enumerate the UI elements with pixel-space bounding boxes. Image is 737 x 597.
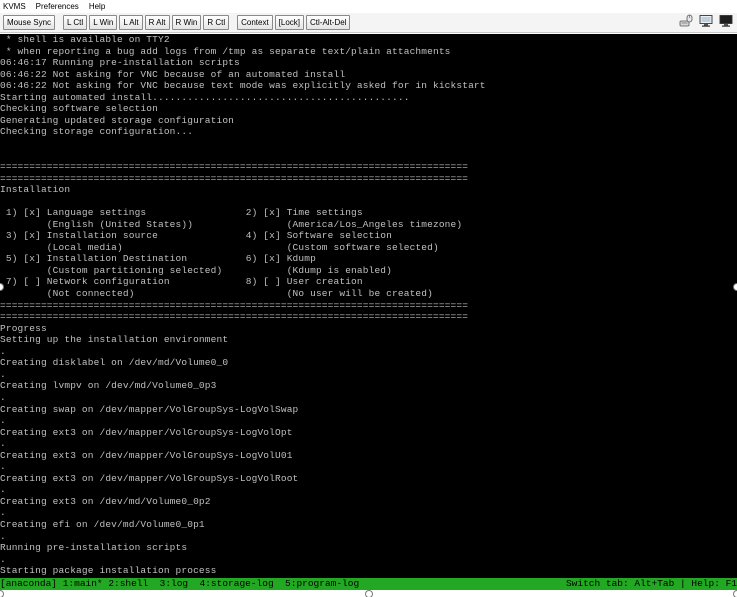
console-line: ========================================…	[0, 161, 469, 173]
console-line: .	[0, 368, 6, 380]
console-line: * shell is available on TTY2	[0, 34, 170, 45]
console-line: Creating efi on /dev/md/Volume0_0p1	[0, 518, 205, 530]
console-line: (Not connected) (No user will be created…	[0, 288, 433, 300]
console-line: Starting automated install..............…	[0, 91, 410, 103]
console-line: ========================================…	[0, 172, 469, 184]
console-line: 7) [ ] Network configuration 8) [ ] User…	[0, 276, 363, 288]
console-line: .	[0, 438, 6, 450]
left-alt-button[interactable]: L Alt	[119, 15, 143, 30]
ctrl-alt-del-button[interactable]: Ctl-Alt-Del	[306, 15, 351, 30]
status-tabs: [anaconda] 1:main* 2:shell 3:log 4:stora…	[0, 578, 360, 589]
console-line: .	[0, 553, 6, 565]
console-line: Creating ext3 on /dev/mapper/VolGroupSys…	[0, 449, 293, 461]
console-line: Creating swap on /dev/mapper/VolGroupSys…	[0, 403, 299, 415]
context-button[interactable]: Context	[237, 15, 273, 30]
console-line: .	[0, 484, 6, 496]
left-ctrl-button[interactable]: L Ctl	[63, 15, 88, 30]
console-line: Installation	[0, 184, 71, 196]
console-line: Creating disklabel on /dev/md/Volume0_0	[0, 357, 229, 369]
console-line: .	[0, 530, 6, 542]
console-line: Running pre-installation scripts	[0, 542, 188, 554]
monitor-icon[interactable]	[699, 14, 713, 28]
console-line: ========================================…	[0, 311, 469, 323]
keyboard-mouse-icon[interactable]	[679, 14, 693, 28]
menu-bar: KVMS Preferences Help	[0, 0, 737, 13]
tmux-status-bar: [anaconda] 1:main* 2:shell 3:log 4:stora…	[0, 578, 737, 590]
resize-handle-bottom-right[interactable]	[733, 590, 737, 597]
console-line: Creating ext3 on /dev/mapper/VolGroupSys…	[0, 426, 293, 438]
console-line: .	[0, 391, 6, 403]
console-line: (Local media) (Custom software selected)	[0, 241, 439, 253]
console-line: (English (United States)) (America/Los_A…	[0, 218, 463, 230]
right-ctrl-button[interactable]: R Ctl	[203, 15, 230, 30]
menu-preferences[interactable]: Preferences	[36, 2, 79, 11]
console-line: .	[0, 415, 6, 427]
console-output: * shell is available on TTY2 * when repo…	[0, 34, 737, 588]
console-screen[interactable]: * shell is available on TTY2 * when repo…	[0, 34, 737, 593]
menu-help[interactable]: Help	[89, 2, 105, 11]
right-alt-button[interactable]: R Alt	[144, 15, 170, 30]
console-line: 3) [x] Installation source 4) [x] Softwa…	[0, 230, 393, 242]
console-line: * when reporting a bug add logs from /tm…	[0, 45, 451, 57]
console-line: (Custom partitioning selected) (Kdump is…	[0, 264, 393, 276]
console-line: 06:46:22 Not asking for VNC because of a…	[0, 68, 346, 80]
resize-handle-bottom-left[interactable]	[0, 590, 4, 597]
console-line: Checking storage configuration...	[0, 126, 194, 138]
display-icon[interactable]	[719, 14, 733, 28]
lock-button[interactable]: [Lock]	[274, 15, 305, 30]
resize-handle-bottom[interactable]	[365, 590, 373, 597]
console-line: Creating ext3 on /dev/md/Volume0_0p2	[0, 495, 211, 507]
console-line: .	[0, 345, 6, 357]
console-line: .	[0, 507, 6, 519]
console-line: Starting package installation process	[0, 565, 217, 577]
console-line: Checking software selection	[0, 103, 158, 115]
console-line: Creating ext3 on /dev/mapper/VolGroupSys…	[0, 472, 299, 484]
right-win-button[interactable]: R Win	[171, 15, 202, 30]
console-line: Creating lvmpv on /dev/md/Volume0_0p3	[0, 380, 217, 392]
console-line: 06:46:22 Not asking for VNC because text…	[0, 80, 486, 92]
toolbar: Mouse Sync L Ctl L Win L Alt R Alt R Win…	[0, 13, 737, 33]
console-line: .	[0, 461, 6, 473]
console-line: 1) [x] Language settings 2) [x] Time set…	[0, 207, 363, 219]
toolbar-status-icons	[679, 14, 733, 28]
console-line: Generating updated storage configuration	[0, 114, 235, 126]
console-line: Progress	[0, 322, 47, 334]
console-line: 5) [x] Installation Destination 6) [x] K…	[0, 253, 316, 265]
mouse-sync-button[interactable]: Mouse Sync	[3, 15, 56, 30]
console-line: 06:46:17 Running pre-installation script…	[0, 57, 240, 69]
status-help: Switch tab: Alt+Tab | Help: F1	[565, 578, 737, 589]
left-win-button[interactable]: L Win	[89, 15, 118, 30]
console-line: ========================================…	[0, 299, 469, 311]
menu-kvms[interactable]: KVMS	[3, 2, 26, 11]
console-line: Setting up the installation environment	[0, 334, 229, 346]
resize-handle-right[interactable]	[733, 283, 737, 291]
